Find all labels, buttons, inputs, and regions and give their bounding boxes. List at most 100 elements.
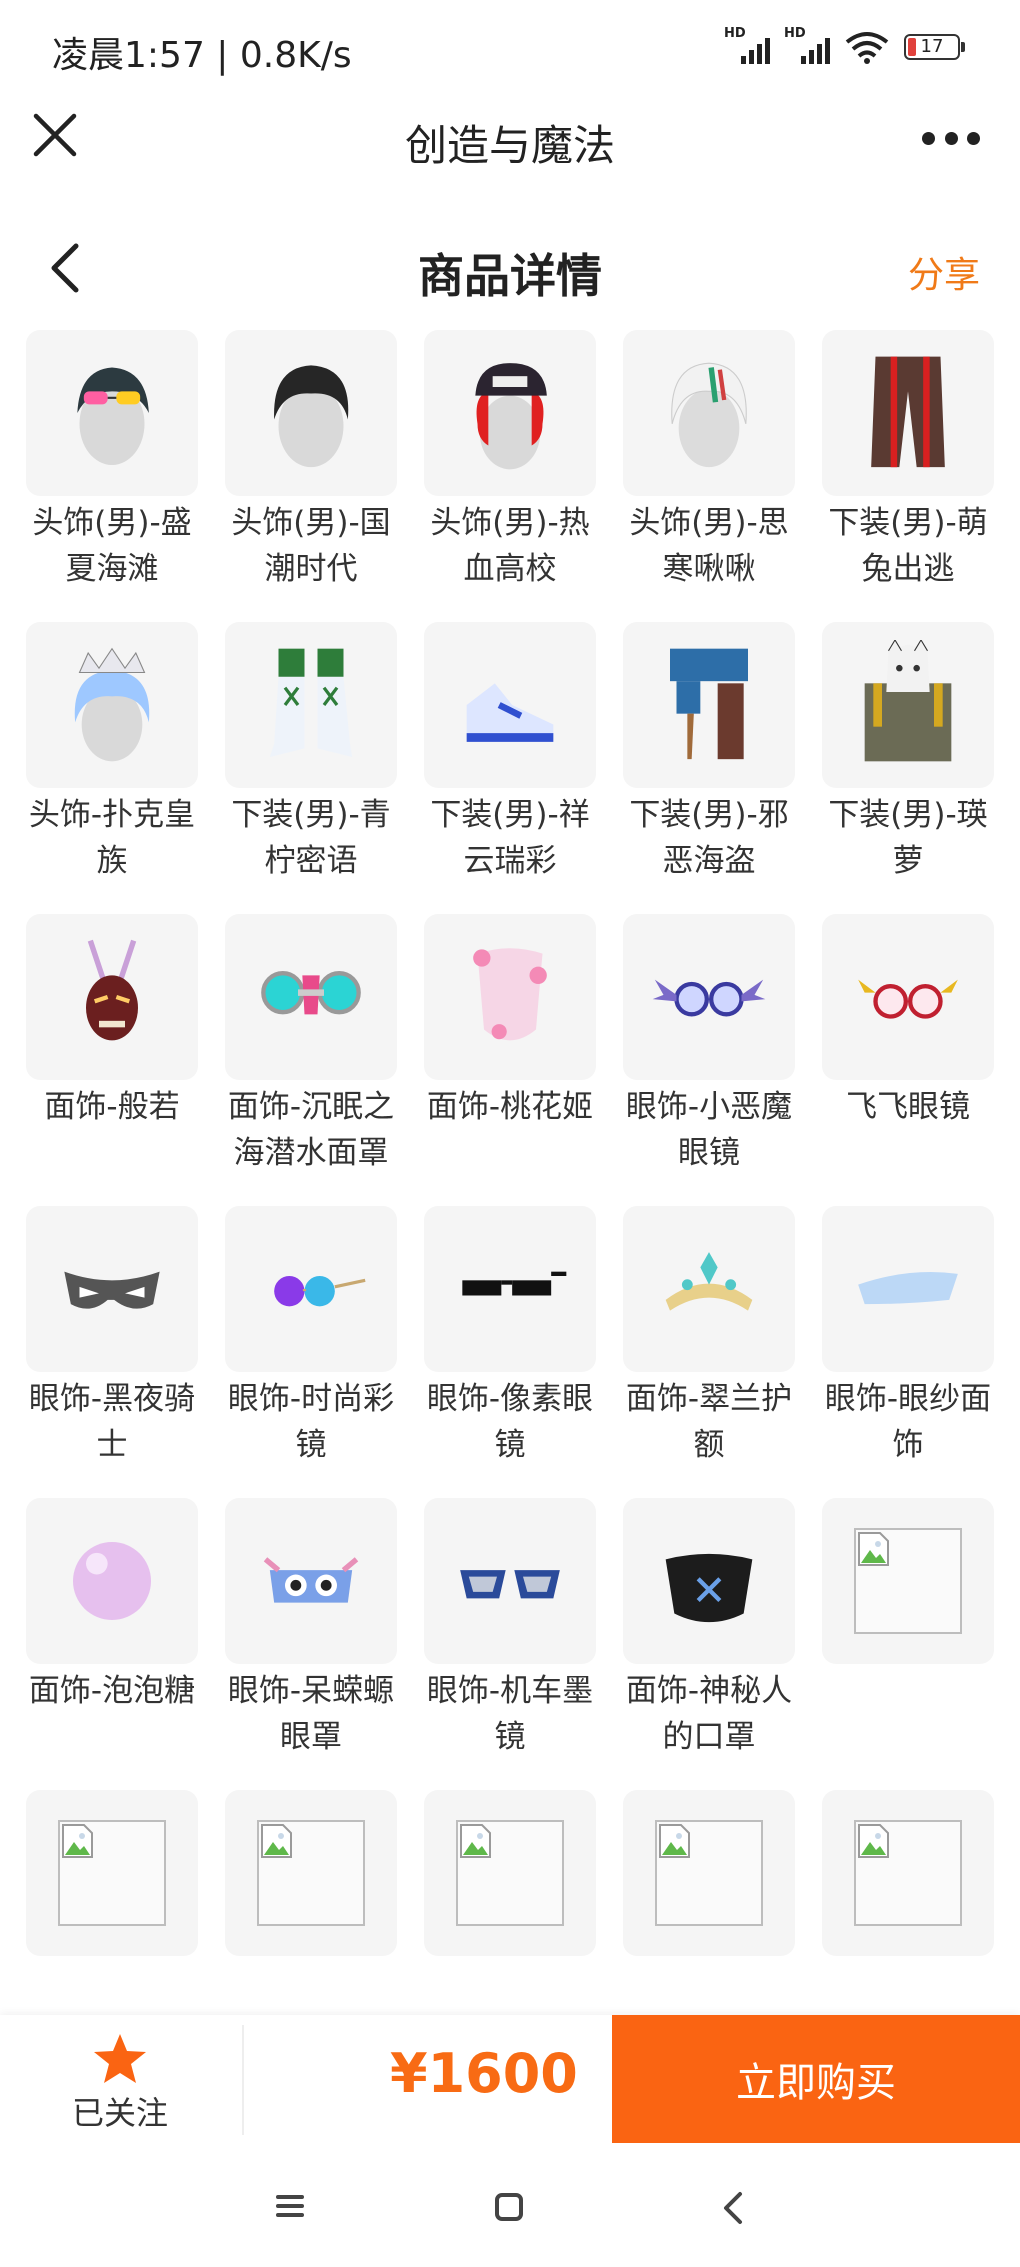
battery-level: 17 bbox=[920, 36, 944, 57]
pirate-legs-icon[interactable] bbox=[623, 622, 795, 788]
product-item[interactable]: 面饰-神秘人的口罩 bbox=[623, 1498, 795, 1790]
follow-label[interactable]: 已关注 bbox=[0, 2088, 240, 2134]
product-name: 面饰-神秘人的口罩 bbox=[625, 1673, 793, 1755]
product-name: 头饰(男)-思寒啾啾 bbox=[629, 505, 789, 587]
broken-image-icon[interactable] bbox=[424, 1790, 596, 1956]
product-name: 眼饰-眼纱面饰 bbox=[824, 1381, 992, 1463]
cap-red-hair-icon[interactable] bbox=[424, 330, 596, 496]
product-item[interactable] bbox=[623, 1790, 795, 2015]
hair-white-icon[interactable] bbox=[623, 330, 795, 496]
product-item[interactable]: 面饰-沉眠之海潜水面罩 bbox=[225, 914, 397, 1206]
home-icon[interactable] bbox=[494, 2192, 524, 2222]
bat-glasses-icon[interactable] bbox=[623, 914, 795, 1080]
product-item[interactable]: 头饰-扑克皇族 bbox=[26, 622, 198, 914]
product-name: 下装(男)-瑛萝 bbox=[828, 797, 988, 879]
system-back-icon[interactable] bbox=[720, 2190, 744, 2226]
hair-dark-icon[interactable] bbox=[225, 330, 397, 496]
star-icon[interactable] bbox=[92, 2032, 148, 2086]
broken-image-icon[interactable] bbox=[822, 1790, 994, 1956]
product-name: 头饰(男)-盛夏海滩 bbox=[32, 505, 192, 587]
pixel-glasses-icon[interactable] bbox=[424, 1206, 596, 1372]
product-name: 眼饰-黑夜骑士 bbox=[28, 1381, 196, 1463]
signal-icon: HD bbox=[784, 26, 830, 64]
product-item[interactable]: 下装(男)-邪恶海盗 bbox=[623, 622, 795, 914]
product-name: 下装(男)-祥云瑞彩 bbox=[430, 797, 590, 879]
product-item[interactable] bbox=[424, 1790, 596, 2015]
eye-veil-icon[interactable] bbox=[822, 1206, 994, 1372]
product-name: 面饰-泡泡糖 bbox=[28, 1673, 196, 1709]
product-item[interactable]: 头饰(男)-热血高校 bbox=[424, 330, 596, 622]
bubble-icon[interactable] bbox=[26, 1498, 198, 1664]
product-item[interactable] bbox=[26, 1790, 198, 2015]
product-item[interactable]: 下装(男)-瑛萝 bbox=[822, 622, 994, 914]
product-name: 面饰-沉眠之海潜水面罩 bbox=[227, 1089, 395, 1171]
product-item[interactable]: 眼饰-呆蝾螈眼罩 bbox=[225, 1498, 397, 1790]
face-mask-icon[interactable] bbox=[623, 1498, 795, 1664]
product-item[interactable] bbox=[225, 1790, 397, 2015]
product-item[interactable]: 眼饰-机车墨镜 bbox=[424, 1498, 596, 1790]
product-grid: 头饰(男)-盛夏海滩 头饰(男)-国潮时代 头饰(男)-热血高校 头饰(男)-思寒啾啾… bbox=[26, 330, 996, 2015]
product-name: 面饰-般若 bbox=[44, 1089, 180, 1125]
hair-sunglasses-icon[interactable] bbox=[26, 330, 198, 496]
product-name: 头饰(男)-国潮时代 bbox=[231, 505, 391, 587]
product-item[interactable]: 眼饰-像素眼镜 bbox=[424, 1206, 596, 1498]
buy-now-button[interactable]: 立即购买 bbox=[612, 2015, 1020, 2143]
color-glasses-icon[interactable] bbox=[225, 1206, 397, 1372]
crown-hair-icon[interactable] bbox=[26, 622, 198, 788]
product-item[interactable]: 面饰-泡泡糖 bbox=[26, 1498, 198, 1790]
product-name: 眼饰-小恶魔眼镜 bbox=[625, 1089, 793, 1171]
product-name: 下装(男)-青柠密语 bbox=[231, 797, 391, 879]
product-item[interactable]: 眼饰-黑夜骑士 bbox=[26, 1206, 198, 1498]
status-icons: HD HD 17 bbox=[724, 26, 965, 64]
hannya-mask-icon[interactable] bbox=[26, 914, 198, 1080]
product-name: 眼饰-像素眼镜 bbox=[426, 1381, 594, 1463]
more-icon[interactable] bbox=[922, 128, 980, 148]
product-item[interactable] bbox=[822, 1498, 994, 1790]
diving-mask-icon[interactable] bbox=[225, 914, 397, 1080]
product-name: 眼饰-呆蝾螈眼罩 bbox=[227, 1673, 395, 1755]
broken-image-icon[interactable] bbox=[822, 1498, 994, 1664]
wifi-icon bbox=[845, 32, 889, 64]
product-item[interactable]: 眼饰-小恶魔眼镜 bbox=[623, 914, 795, 1206]
product-item[interactable]: 头饰(男)-盛夏海滩 bbox=[26, 330, 198, 622]
status-bar: 凌晨1:57 | 0.8K/s HD HD 17 bbox=[0, 0, 1020, 100]
product-item[interactable]: 面饰-般若 bbox=[26, 914, 198, 1206]
product-item[interactable]: 面饰-桃花姬 bbox=[424, 914, 596, 1206]
product-item[interactable]: 面饰-翠兰护额 bbox=[623, 1206, 795, 1498]
night-mask-icon[interactable] bbox=[26, 1206, 198, 1372]
broken-image-icon[interactable] bbox=[225, 1790, 397, 1956]
menu-icon[interactable] bbox=[274, 2192, 306, 2220]
moto-sunglasses-icon[interactable] bbox=[424, 1498, 596, 1664]
product-item[interactable]: 眼饰-时尚彩镜 bbox=[225, 1206, 397, 1498]
product-name: 下装(男)-萌兔出逃 bbox=[828, 505, 988, 587]
product-name: 眼饰-机车墨镜 bbox=[426, 1673, 594, 1755]
blossom-veil-icon[interactable] bbox=[424, 914, 596, 1080]
product-item[interactable]: 下装(男)-祥云瑞彩 bbox=[424, 622, 596, 914]
tiara-icon[interactable] bbox=[623, 1206, 795, 1372]
sneakers-icon[interactable] bbox=[424, 622, 596, 788]
product-item[interactable]: 头饰(男)-思寒啾啾 bbox=[623, 330, 795, 622]
product-name: 面饰-桃花姬 bbox=[426, 1089, 594, 1125]
product-name: 头饰-扑克皇族 bbox=[28, 797, 196, 879]
share-button[interactable]: 分享 bbox=[908, 246, 980, 298]
price: ¥1600 bbox=[390, 2042, 578, 2105]
product-name: 面饰-翠兰护额 bbox=[625, 1381, 793, 1463]
product-item[interactable]: 眼饰-眼纱面饰 bbox=[822, 1206, 994, 1498]
winged-glasses-icon[interactable] bbox=[822, 914, 994, 1080]
fox-mask-outfit-icon[interactable] bbox=[822, 622, 994, 788]
pants-icon[interactable] bbox=[822, 330, 994, 496]
product-grid-viewport[interactable]: 头饰(男)-盛夏海滩 头饰(男)-国潮时代 头饰(男)-热血高校 头饰(男)-思寒啾啾… bbox=[0, 330, 1020, 2015]
product-item[interactable]: 下装(男)-青柠密语 bbox=[225, 622, 397, 914]
product-item[interactable]: 头饰(男)-国潮时代 bbox=[225, 330, 397, 622]
boots-green-icon[interactable] bbox=[225, 622, 397, 788]
axolotl-goggles-icon[interactable] bbox=[225, 1498, 397, 1664]
product-name: 眼饰-时尚彩镜 bbox=[227, 1381, 395, 1463]
broken-image-icon[interactable] bbox=[26, 1790, 198, 1956]
status-time: 凌晨1:57 | 0.8K/s bbox=[52, 35, 352, 76]
product-item[interactable] bbox=[822, 1790, 994, 2015]
broken-image-icon[interactable] bbox=[623, 1790, 795, 1956]
product-item[interactable]: 飞飞眼镜 bbox=[822, 914, 994, 1206]
product-name: 下装(男)-邪恶海盗 bbox=[629, 797, 789, 879]
product-item[interactable]: 下装(男)-萌兔出逃 bbox=[822, 330, 994, 622]
product-name: 头饰(男)-热血高校 bbox=[430, 505, 590, 587]
